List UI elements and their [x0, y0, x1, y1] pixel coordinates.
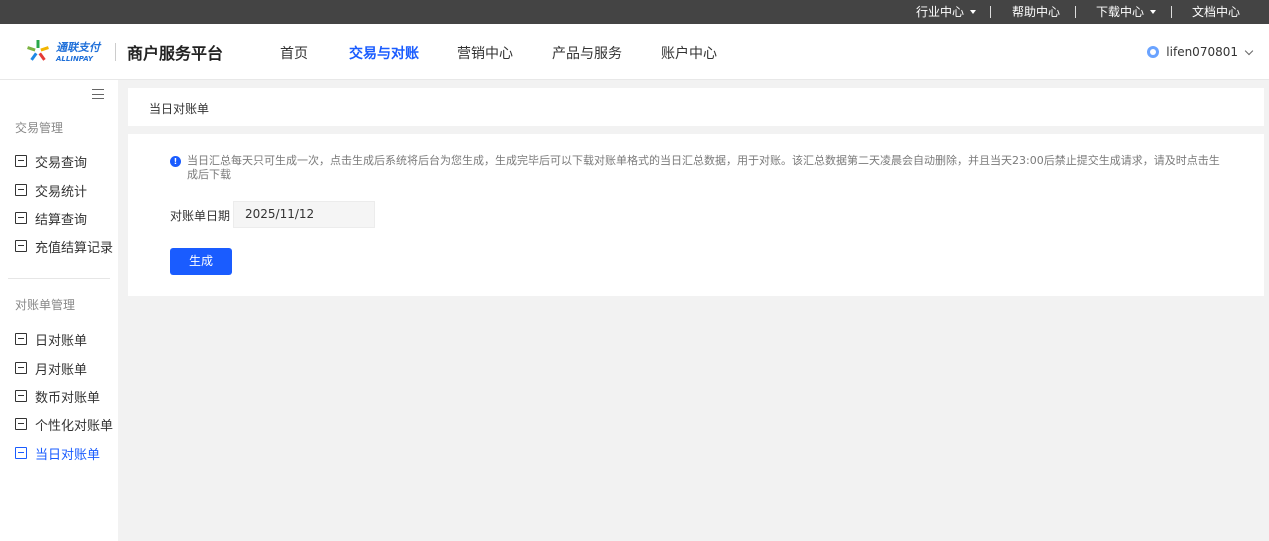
digital-currency-icon — [15, 390, 27, 402]
chevron-down-icon — [1244, 46, 1254, 55]
sidebar-item-label: 充值结算记录 — [35, 240, 114, 256]
nav-marketing-center[interactable]: 营销中心 — [457, 43, 513, 63]
sidebar-item-label: 当日对账单 — [35, 447, 101, 463]
monthly-bill-icon — [15, 362, 27, 374]
sidebar-item-label: 日对账单 — [35, 333, 88, 349]
menu-collapse-icon[interactable] — [92, 89, 104, 99]
sidebar-item-recharge-settlement-records[interactable]: 充值结算记录 — [15, 237, 114, 256]
divider — [1075, 6, 1076, 18]
sidebar-item-label: 个性化对账单 — [35, 418, 114, 434]
allinpay-logo[interactable]: 通联支付 ALLINPAY — [27, 39, 107, 65]
user-menu[interactable]: lifen070801 — [1147, 43, 1254, 61]
custom-bill-icon — [15, 418, 27, 430]
logo-divider — [115, 43, 116, 61]
clipboard-icon — [15, 240, 27, 252]
sidebar-item-settlement-query[interactable]: 结算查询 — [15, 209, 88, 228]
sidebar-item-monthly-statement[interactable]: 月对账单 — [15, 359, 88, 378]
sidebar-item-transaction-statistics[interactable]: 交易统计 — [15, 181, 88, 200]
sidebar-group-statement-management: 对账单管理 — [15, 298, 76, 312]
caret-down-icon — [970, 9, 977, 14]
daily-bill-icon — [15, 333, 27, 345]
allinpay-logo-mark-icon: 通联支付 ALLINPAY — [27, 40, 102, 63]
nav-home[interactable]: 首页 — [280, 43, 308, 63]
nav-products-services[interactable]: 产品与服务 — [552, 43, 622, 63]
breadcrumb: 当日对账单 — [128, 88, 1264, 126]
sidebar-item-label: 数币对账单 — [35, 390, 101, 406]
caret-down-icon — [1150, 9, 1157, 14]
sidebar-item-label: 结算查询 — [35, 212, 88, 228]
help-center-link[interactable]: 帮助中心 — [1012, 0, 1060, 24]
main-header: 通联支付 ALLINPAY 商户服务平台 首页 交易与对账 营销中心 产品与服务… — [0, 24, 1269, 80]
username: lifen070801 — [1166, 45, 1238, 59]
nav-account-center[interactable]: 账户中心 — [661, 43, 717, 63]
divider — [990, 6, 991, 18]
sidebar-item-label: 交易查询 — [35, 155, 88, 171]
industry-center-label: 行业中心 — [916, 5, 965, 19]
divider — [1171, 6, 1172, 18]
ledger-icon — [15, 212, 27, 224]
download-center-label: 下载中心 — [1096, 5, 1145, 19]
notice-message: ! 当日汇总每天只可生成一次，点击生成后系统将后台为您生成，生成完毕后可以下载对… — [170, 154, 1220, 182]
statement-date-field[interactable]: 2025/11/12 — [233, 201, 375, 228]
sidebar-item-digital-currency-statement[interactable]: 数币对账单 — [15, 387, 101, 406]
notice-text: 当日汇总每天只可生成一次，点击生成后系统将后台为您生成，生成完毕后可以下载对账单… — [187, 154, 1220, 181]
docs-center-link[interactable]: 文档中心 — [1192, 0, 1240, 24]
sidebar: 交易管理 交易查询 交易统计 结算查询 充值结算记录 对账单管理 日对账单 月对… — [0, 80, 118, 541]
sidebar-item-label: 月对账单 — [35, 362, 88, 378]
statement-panel: ! 当日汇总每天只可生成一次，点击生成后系统将后台为您生成，生成完毕后可以下载对… — [128, 134, 1264, 296]
info-icon: ! — [170, 156, 181, 167]
sidebar-item-transaction-query[interactable]: 交易查询 — [15, 152, 88, 171]
nav-transactions-reconciliation[interactable]: 交易与对账 — [349, 43, 419, 63]
calendar-icon — [15, 155, 27, 167]
avatar-icon — [1147, 46, 1160, 58]
logo-text: 通联支付 — [56, 41, 102, 54]
sidebar-item-today-statement[interactable]: 当日对账单 — [15, 444, 101, 463]
sidebar-item-daily-statement[interactable]: 日对账单 — [15, 330, 88, 349]
statement-date-label: 对账单日期 — [170, 209, 231, 223]
utility-bar: 行业中心 帮助中心 下载中心 文档中心 — [0, 0, 1269, 24]
platform-title: 商户服务平台 — [127, 44, 224, 63]
chart-icon — [15, 184, 27, 196]
sidebar-item-custom-statement[interactable]: 个性化对账单 — [15, 415, 114, 434]
download-center-link[interactable]: 下载中心 — [1096, 0, 1157, 24]
docs-center-label: 文档中心 — [1192, 5, 1241, 19]
page-title: 当日对账单 — [149, 102, 210, 116]
sidebar-group-transaction-management: 交易管理 — [15, 121, 64, 135]
industry-center-link[interactable]: 行业中心 — [916, 0, 977, 24]
help-center-label: 帮助中心 — [1012, 5, 1061, 19]
sidebar-divider — [8, 278, 110, 279]
today-bill-icon — [15, 447, 27, 459]
logo-subtext: ALLINPAY — [55, 55, 94, 63]
sidebar-item-label: 交易统计 — [35, 184, 88, 200]
generate-button[interactable]: 生成 — [170, 248, 232, 275]
